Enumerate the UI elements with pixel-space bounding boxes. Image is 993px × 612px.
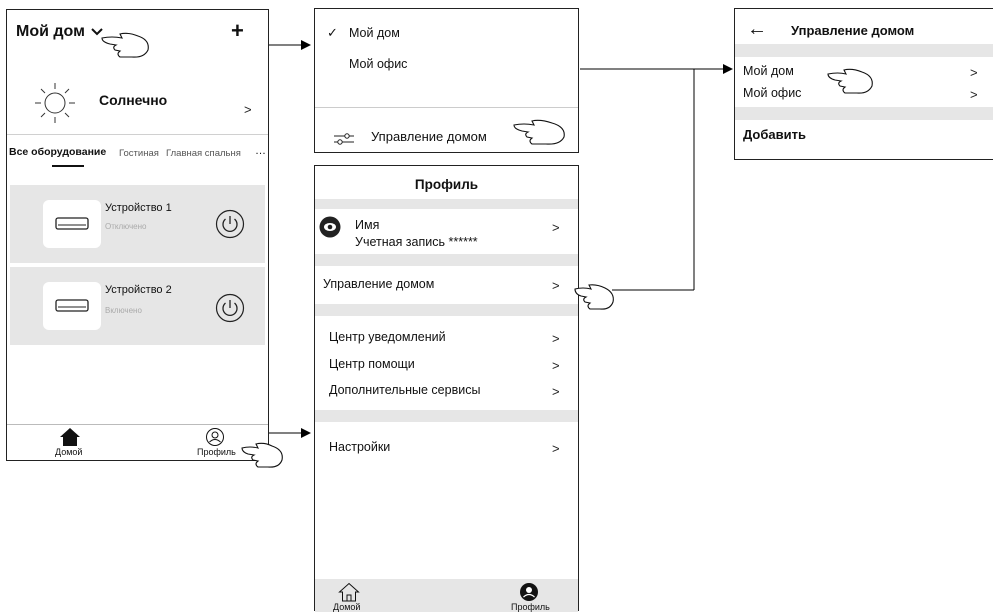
nav-home-label: Домой [55, 447, 83, 457]
page-title: Профиль [414, 177, 479, 192]
pointing-hand-icon [101, 32, 149, 58]
home-selector-button[interactable]: Мой дом [16, 23, 104, 41]
tab-underline [52, 165, 84, 167]
profile-filled-icon [519, 582, 550, 602]
nav-profile-tab[interactable]: Профиль [197, 427, 236, 457]
nav-home-tab[interactable]: Домой [333, 582, 360, 612]
chevron-right-icon: > [552, 278, 560, 293]
add-button[interactable]: + [231, 18, 244, 44]
menu-item-my-home[interactable]: Мой дом [349, 26, 400, 40]
row-notification-label: Центр уведомлений [329, 330, 446, 344]
profile-account: Учетная запись ****** [355, 235, 478, 249]
pointing-hand-icon [513, 119, 565, 145]
home-outline-icon [338, 582, 360, 602]
bottom-nav: Домой Профиль [315, 579, 578, 612]
sliders-icon [333, 133, 355, 145]
section-gap [315, 304, 578, 316]
chevron-right-icon: > [552, 331, 560, 346]
device-card-2[interactable]: Устройство 2 Включено [10, 267, 265, 345]
row-help-center[interactable]: Центр помощи > [315, 353, 578, 377]
chevron-right-icon: > [970, 87, 978, 102]
weather-chevron[interactable]: > [244, 102, 252, 117]
menu-item-manage-home[interactable]: Управление домом [371, 129, 487, 144]
nav-profile-tab[interactable]: Профиль [511, 582, 550, 612]
chevron-right-icon: > [552, 441, 560, 456]
air-conditioner-icon [43, 282, 101, 330]
section-gap [735, 44, 993, 57]
home-list-label: Мой дом [743, 64, 794, 78]
pointing-hand-icon [241, 442, 283, 468]
back-arrow-icon[interactable]: ← [747, 17, 767, 41]
home-screen: Мой дом + Солнечно > Все оборудование Го… [6, 9, 269, 461]
profile-name: Имя [355, 218, 380, 232]
air-conditioner-icon [43, 200, 101, 248]
home-list-label: Мой офис [743, 86, 802, 100]
row-help-label: Центр помощи [329, 357, 415, 371]
device-name: Устройство 1 [105, 202, 172, 214]
device-name: Устройство 2 [105, 284, 172, 296]
bottom-nav: Домой Профиль [7, 424, 268, 461]
pointing-hand-icon [574, 284, 614, 310]
tab-all-equipment[interactable]: Все оборудование [9, 146, 106, 158]
section-gap [735, 107, 993, 120]
row-manage-home[interactable]: Управление домом > [315, 266, 578, 304]
device-status: Включено [105, 306, 142, 315]
add-home-button[interactable]: Добавить [743, 127, 806, 142]
chevron-right-icon: > [970, 65, 978, 80]
nav-home-tab[interactable]: Домой [55, 427, 82, 457]
device-status: Отключено [105, 222, 147, 231]
tab-master-bedroom[interactable]: Главная спальня [166, 148, 241, 159]
row-notification-center[interactable]: Центр уведомлений > [315, 326, 578, 350]
profile-screen: Профиль Имя Учетная запись ****** > Упра… [314, 165, 579, 612]
row-settings[interactable]: Настройки > [315, 436, 578, 460]
chevron-right-icon: > [552, 358, 560, 373]
menu-item-my-office[interactable]: Мой офис [349, 57, 407, 71]
chevron-right-icon: > [552, 220, 560, 235]
chevron-right-icon: > [552, 384, 560, 399]
power-button[interactable] [215, 209, 245, 239]
tabs-more-icon[interactable]: … [255, 145, 266, 157]
room-tabs-divider [7, 134, 268, 135]
pointing-hand-icon [827, 68, 873, 94]
avatar [319, 216, 341, 238]
nav-profile-label: Профиль [197, 447, 236, 457]
tab-living-room[interactable]: Гостиная [119, 148, 159, 159]
profile-icon [205, 427, 236, 447]
home-icon [59, 427, 82, 447]
checkmark-icon: ✓ [327, 25, 338, 40]
home-title: Мой дом [16, 23, 85, 40]
section-gap [315, 199, 578, 209]
row-services-label: Дополнительные сервисы [329, 383, 481, 397]
page-title: Управление домом [791, 23, 915, 38]
power-button[interactable] [215, 293, 245, 323]
device-card-1[interactable]: Устройство 1 Отключено [10, 185, 265, 263]
weather-label: Солнечно [99, 92, 168, 108]
section-gap [315, 410, 578, 422]
divider [315, 107, 578, 108]
profile-account-row[interactable]: Имя Учетная запись ****** > [315, 209, 578, 254]
section-gap [315, 254, 578, 266]
row-additional-services[interactable]: Дополнительные сервисы > [315, 379, 578, 403]
sun-icon [33, 81, 77, 125]
row-manage-home-label: Управление домом [323, 277, 435, 291]
row-settings-label: Настройки [329, 440, 391, 454]
